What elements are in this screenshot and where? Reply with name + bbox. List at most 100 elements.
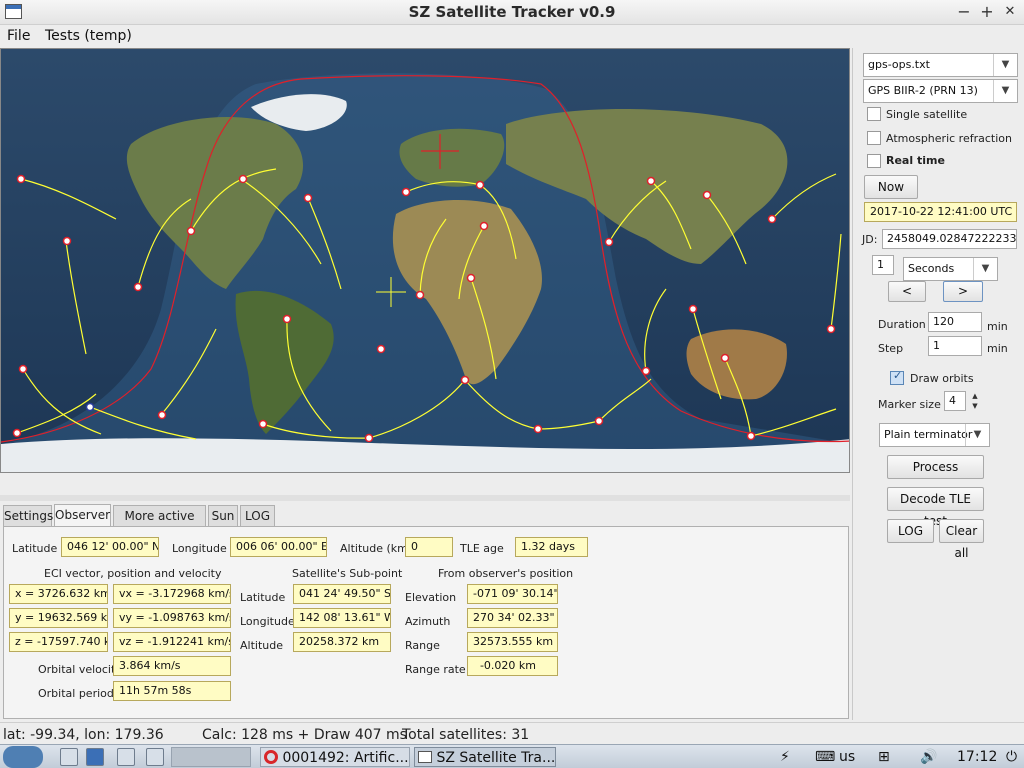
- satellite-marker[interactable]: [533, 424, 543, 434]
- taskbar-task-browser[interactable]: 0001492: Artific...: [260, 747, 410, 767]
- terminal-icon[interactable]: [117, 748, 135, 766]
- tle-age-field: 1.32 days: [515, 537, 588, 557]
- satellite-marker[interactable]: [746, 431, 756, 441]
- window-icon[interactable]: [146, 748, 164, 766]
- satellite-select[interactable]: GPS BIIR-2 (PRN 13) ▼: [863, 79, 1018, 103]
- satellite-marker[interactable]: [303, 193, 313, 203]
- satellite-marker[interactable]: [16, 174, 26, 184]
- satellite-marker[interactable]: [688, 304, 698, 314]
- file-manager-icon[interactable]: [60, 748, 78, 766]
- selected-satellite-marker[interactable]: [85, 402, 95, 412]
- tab-observer[interactable]: Observer: [54, 504, 111, 527]
- splitter-handle[interactable]: [0, 495, 850, 501]
- observer-latitude-field[interactable]: 046 12' 00.00" N: [61, 537, 159, 557]
- satellite-marker[interactable]: [376, 344, 386, 354]
- satellite-marker[interactable]: [594, 416, 604, 426]
- task-browser-label: 0001492: Artific...: [282, 750, 409, 766]
- volume-icon[interactable]: 🔊: [920, 747, 937, 767]
- satellite-marker[interactable]: [18, 364, 28, 374]
- world-map-view[interactable]: [0, 48, 850, 473]
- satellite-marker[interactable]: [258, 419, 268, 429]
- elevation-label: Elevation: [405, 591, 457, 604]
- satellite-marker[interactable]: [238, 174, 248, 184]
- eci-z-field: z = -17597.740 km: [9, 632, 108, 652]
- satellite-marker[interactable]: [475, 180, 485, 190]
- clear-all-button[interactable]: Clear all: [939, 519, 984, 560]
- satellite-marker[interactable]: [702, 190, 712, 200]
- satellite-marker[interactable]: [720, 353, 730, 363]
- step-label: Step: [878, 342, 904, 355]
- now-button[interactable]: Now: [864, 175, 918, 199]
- satellite-marker[interactable]: [282, 314, 292, 324]
- eci-header: ECI vector, position and velocity: [44, 567, 222, 580]
- satellite-marker[interactable]: [401, 187, 411, 197]
- prev-step-button[interactable]: <: [888, 281, 926, 302]
- satellite-marker[interactable]: [460, 375, 470, 385]
- process-button[interactable]: Process: [887, 455, 984, 479]
- satellite-marker[interactable]: [479, 221, 489, 231]
- tab-more-active-data[interactable]: More active data: [113, 505, 206, 543]
- satellite-marker[interactable]: [767, 214, 777, 224]
- datetime-field[interactable]: 2017-10-22 12:41:00 UTC: [864, 202, 1017, 222]
- log-button[interactable]: LOG: [887, 519, 934, 543]
- elevation-field: -071 09' 30.14": [467, 584, 558, 604]
- taskbar-task-tracker[interactable]: SZ Satellite Tra...: [414, 747, 556, 767]
- draw-orbits-checkbox[interactable]: ✓: [890, 369, 904, 385]
- decode-tle-button[interactable]: Decode TLE test: [887, 487, 984, 528]
- satellite-marker[interactable]: [641, 366, 651, 376]
- chevron-down-icon[interactable]: ▼: [965, 424, 989, 446]
- minimize-button[interactable]: −: [954, 2, 974, 22]
- clock[interactable]: 17:12: [957, 747, 997, 767]
- satellite-marker[interactable]: [62, 236, 72, 246]
- draw-orbits-label: Draw orbits: [910, 372, 974, 385]
- start-menu-icon[interactable]: [3, 746, 43, 768]
- satellite-marker[interactable]: [604, 237, 614, 247]
- observer-altitude-field[interactable]: 0: [405, 537, 453, 557]
- menu-tests[interactable]: Tests (temp): [45, 28, 132, 44]
- keyboard-layout[interactable]: us: [839, 747, 855, 767]
- orbital-velocity-label: Orbital velocity: [38, 663, 122, 676]
- satellite-marker[interactable]: [646, 176, 656, 186]
- jd-field[interactable]: 2458049.02847222233: [882, 229, 1017, 249]
- satellite-marker[interactable]: [364, 433, 374, 443]
- satellite-marker[interactable]: [133, 282, 143, 292]
- network-icon[interactable]: ⊞: [878, 747, 890, 767]
- observer-longitude-field[interactable]: 006 06' 00.00" E: [230, 537, 327, 557]
- observer-altitude-label: Altitude (km): [340, 542, 413, 555]
- satellite-marker[interactable]: [826, 324, 836, 334]
- tab-sun[interactable]: Sun: [208, 505, 238, 527]
- shutdown-icon[interactable]: ⏻: [1006, 747, 1017, 767]
- tle-file-select[interactable]: gps-ops.txt ▼: [863, 53, 1018, 77]
- satellite-marker[interactable]: [157, 410, 167, 420]
- menu-file[interactable]: File: [7, 28, 30, 44]
- step-unit-select[interactable]: Seconds ▼: [903, 257, 998, 281]
- world-map[interactable]: [1, 49, 850, 473]
- real-time-checkbox[interactable]: [867, 154, 881, 168]
- step-field[interactable]: 1: [928, 336, 982, 356]
- terminator-select[interactable]: Plain terminator ▼: [879, 423, 990, 447]
- chevron-down-icon[interactable]: ▼: [993, 54, 1017, 76]
- single-satellite-checkbox[interactable]: [867, 107, 881, 121]
- next-step-button[interactable]: >: [943, 281, 983, 302]
- marker-size-field[interactable]: 4: [944, 391, 966, 411]
- atmospheric-refraction-checkbox[interactable]: [867, 131, 881, 145]
- satellite-marker[interactable]: [415, 290, 425, 300]
- satellite-marker[interactable]: [12, 428, 22, 438]
- chevron-down-icon[interactable]: ▼: [993, 80, 1017, 102]
- satellite-marker[interactable]: [466, 273, 476, 283]
- app-launcher-icon[interactable]: [86, 748, 104, 766]
- tab-log[interactable]: LOG: [240, 505, 275, 527]
- tab-settings[interactable]: Settings: [3, 505, 53, 527]
- tle-file-value: gps-ops.txt: [868, 58, 930, 71]
- maximize-button[interactable]: +: [977, 2, 997, 22]
- chevron-down-icon[interactable]: ▼: [973, 258, 997, 280]
- power-icon[interactable]: ⚡: [780, 747, 790, 767]
- duration-unit-label: min: [987, 320, 1008, 333]
- duration-field[interactable]: 120: [928, 312, 982, 332]
- workspace-switcher[interactable]: [171, 747, 251, 767]
- keyboard-icon[interactable]: ⌨: [815, 747, 835, 767]
- close-button[interactable]: ✕: [1000, 2, 1020, 22]
- step-count-field[interactable]: 1: [872, 255, 894, 275]
- satellite-marker[interactable]: [186, 226, 196, 236]
- marker-size-spinner[interactable]: ▲ ▼: [969, 391, 981, 411]
